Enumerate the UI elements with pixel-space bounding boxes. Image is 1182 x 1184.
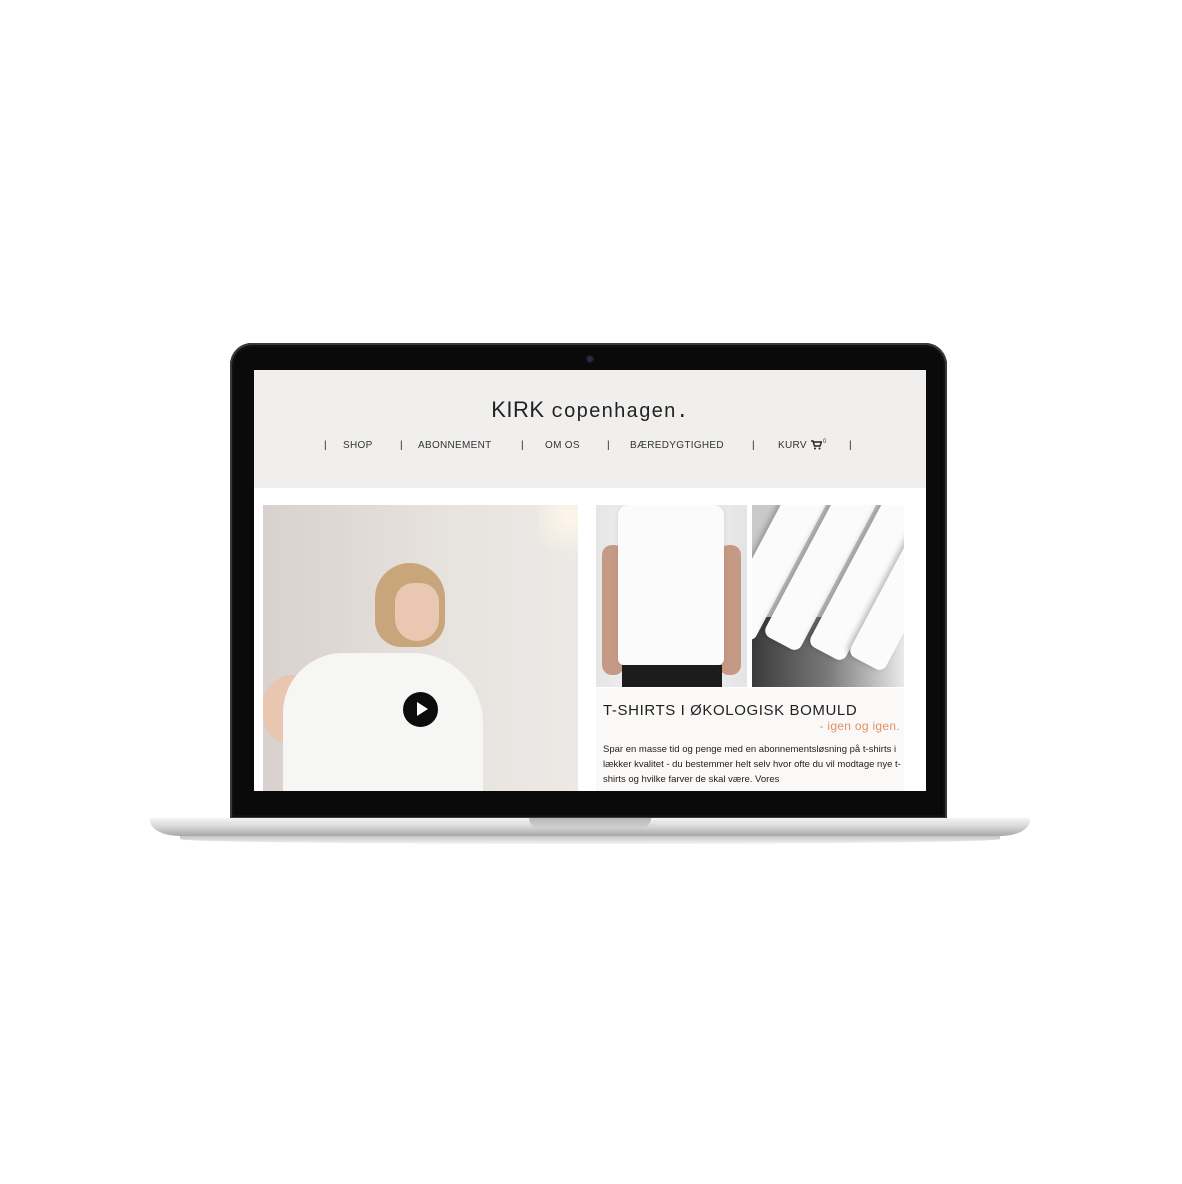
intro-body-text: Spar en masse tid og penge med en abonne…: [603, 744, 901, 785]
hero-model-face: [395, 583, 439, 641]
play-icon[interactable]: [403, 692, 438, 727]
intro-panel: T-SHIRTS I ØKOLOGISK BOMULD - igen og ig…: [596, 688, 904, 791]
intro-headline: T-SHIRTS I ØKOLOGISK BOMULD: [603, 702, 858, 719]
nav-separator: |: [607, 440, 610, 451]
nav-item-abonnement[interactable]: ABONNEMENT: [418, 440, 492, 451]
hero-video[interactable]: [263, 505, 578, 791]
nav-separator: |: [521, 440, 524, 451]
main-navigation: | SHOP | ABONNEMENT | OM OS | BÆREDYGTIG…: [254, 439, 926, 454]
nav-item-om-os[interactable]: OM OS: [545, 440, 580, 451]
site-logo[interactable]: KIRK copenhagen.: [254, 397, 926, 424]
browser-viewport: KIRK copenhagen. | SHOP | ABONNEMENT | O…: [254, 370, 926, 791]
product-photo-hangers[interactable]: [752, 505, 904, 687]
product-photo-tshirt[interactable]: [596, 505, 747, 687]
intro-subline: - igen og igen.: [819, 719, 900, 733]
site-header: KIRK copenhagen. | SHOP | ABONNEMENT | O…: [254, 370, 926, 488]
nav-item-shop[interactable]: SHOP: [343, 440, 373, 451]
hero-model-tshirt: [283, 653, 483, 791]
nav-separator: |: [752, 440, 755, 451]
nav-separator: |: [400, 440, 403, 451]
laptop-notch: [529, 818, 651, 828]
white-tshirt: [618, 505, 724, 665]
nav-separator: |: [324, 440, 327, 451]
model-jeans: [622, 665, 722, 687]
logo-brand: KIRK: [491, 397, 545, 422]
cart-count: 0: [823, 439, 827, 445]
webcam-icon: [587, 356, 593, 362]
shopping-cart-icon[interactable]: [811, 440, 823, 453]
nav-item-kurv[interactable]: KURV: [778, 440, 807, 451]
hero-light-glow: [538, 505, 578, 565]
nav-separator: |: [849, 440, 852, 451]
logo-city: copenhagen.: [551, 401, 689, 424]
nav-item-baeredygtighed[interactable]: BÆREDYGTIGHED: [630, 440, 724, 451]
